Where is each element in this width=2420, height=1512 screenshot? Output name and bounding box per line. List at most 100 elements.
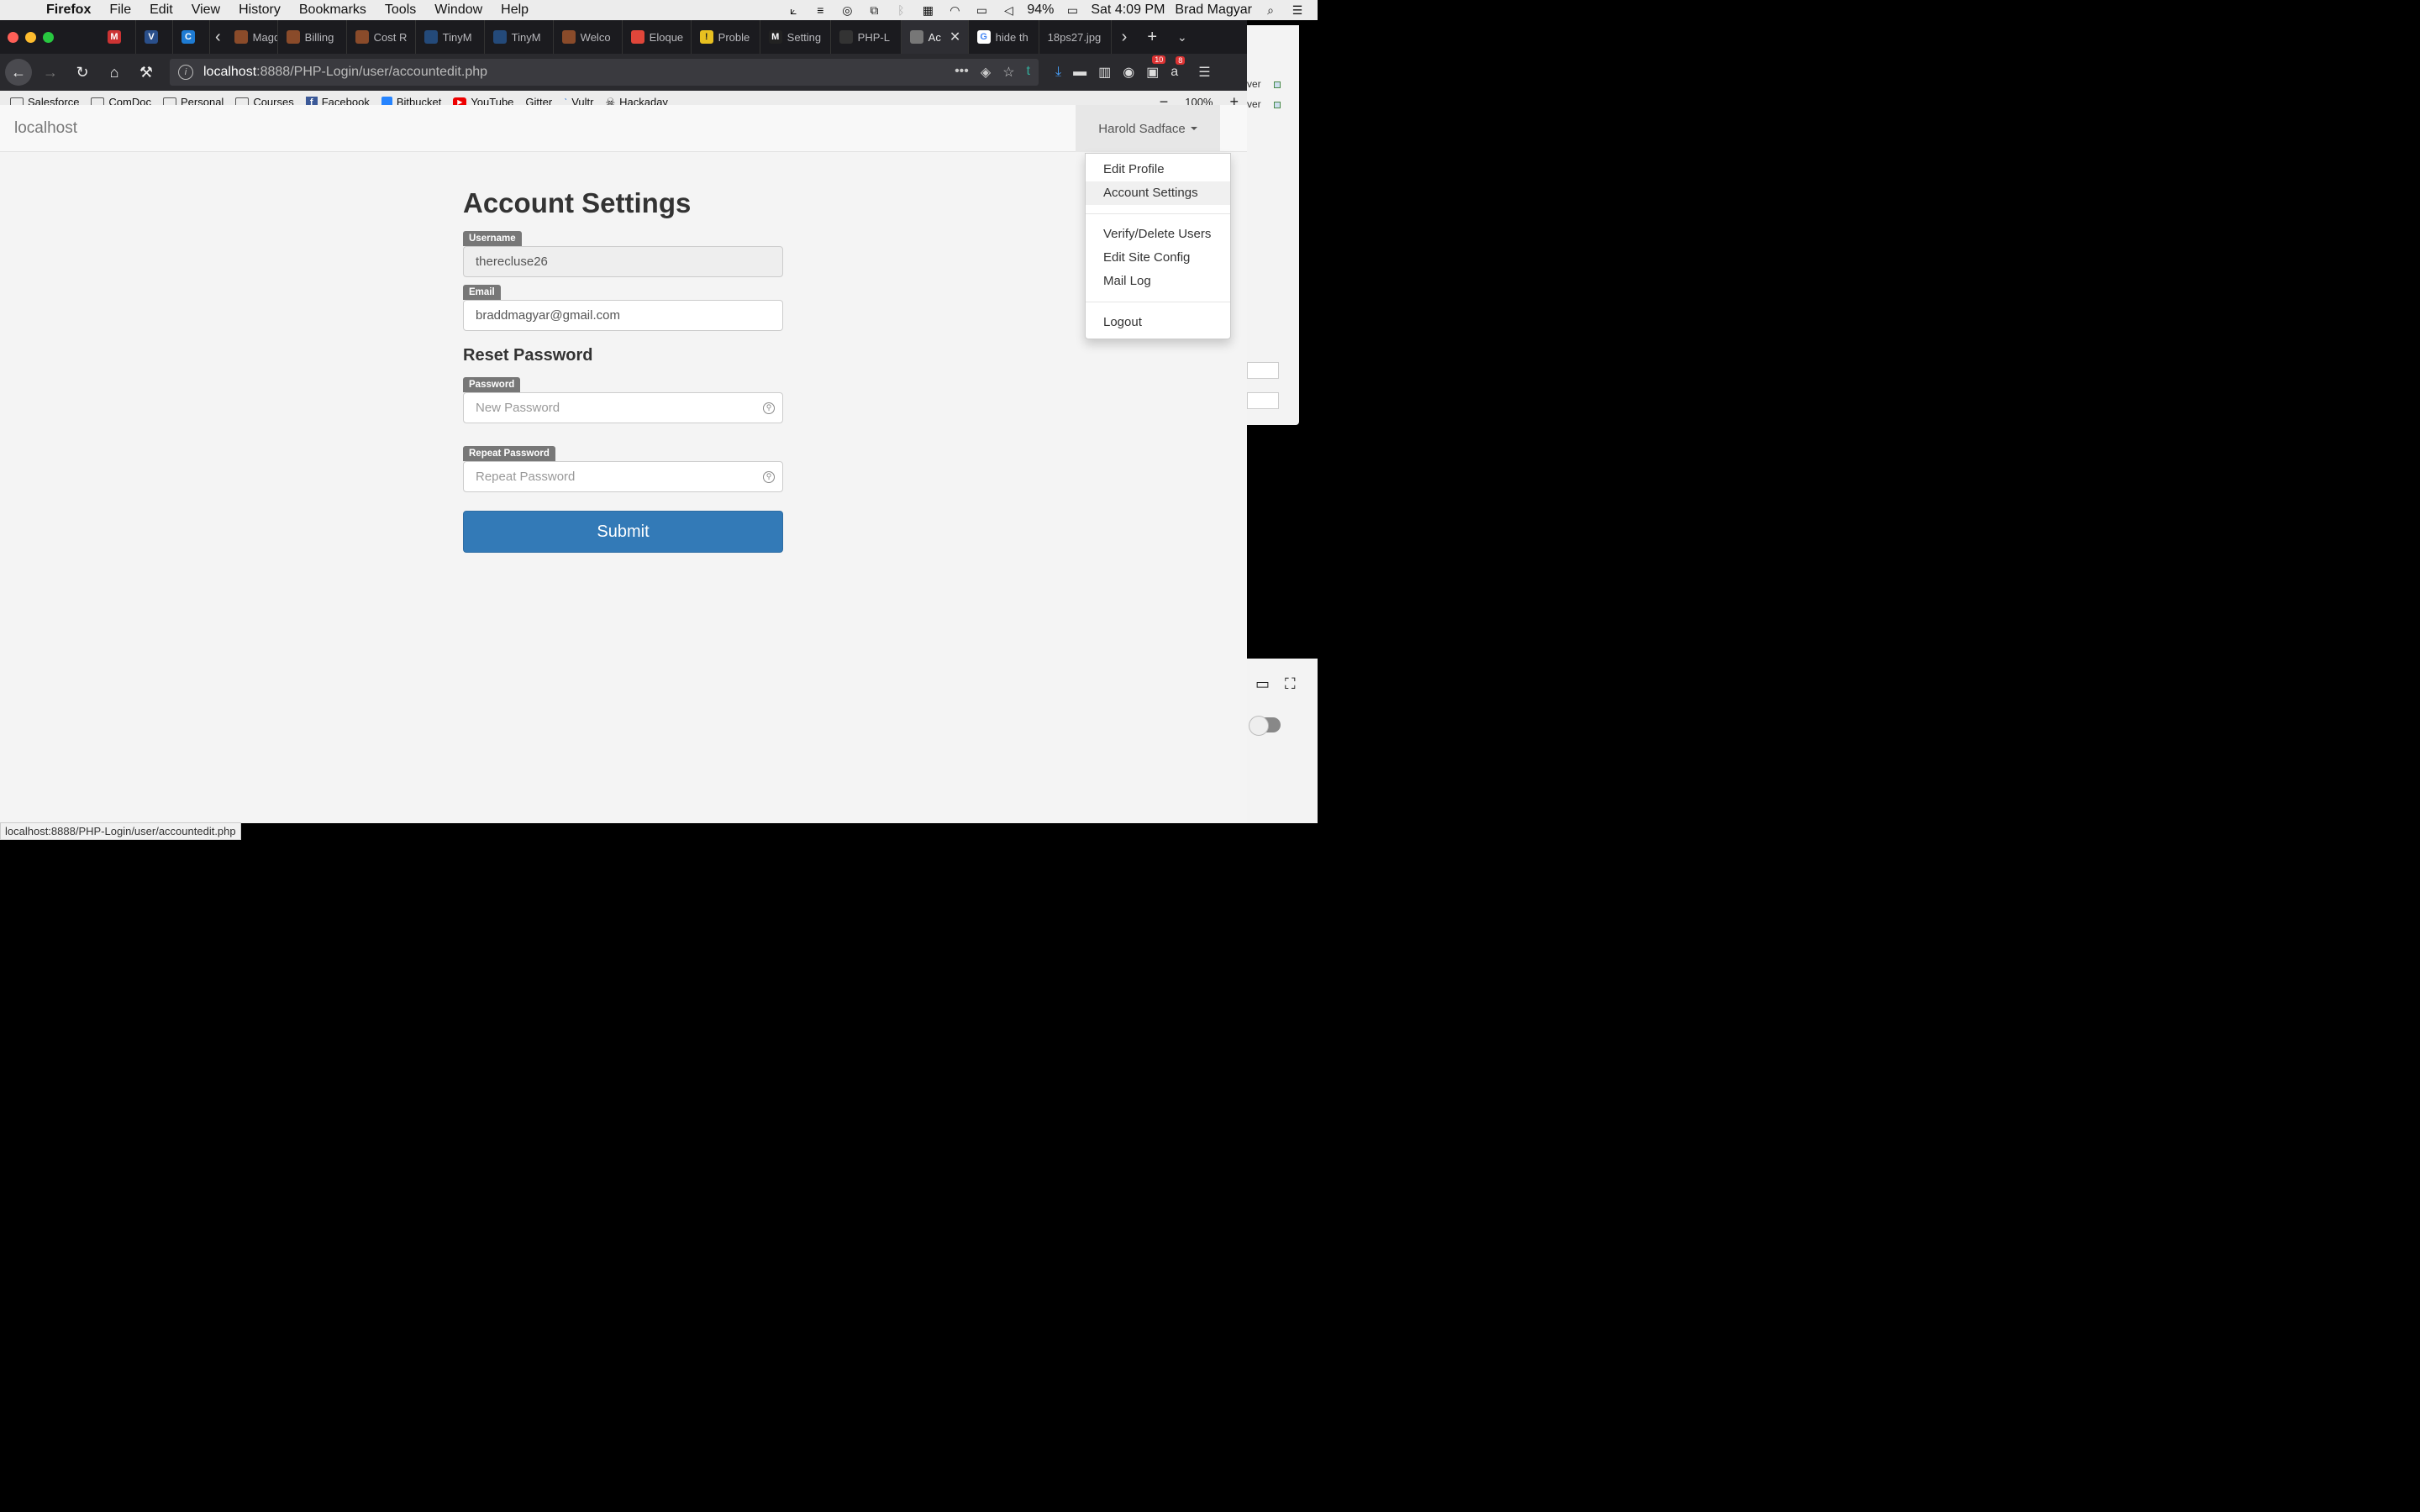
background-window: ver ver ▭ ⛶ xyxy=(1247,20,1318,823)
magento-icon xyxy=(561,30,576,44)
menu-item-verify-delete-users[interactable]: Verify/Delete Users xyxy=(1086,223,1230,246)
menu-edit[interactable]: Edit xyxy=(140,3,182,18)
submit-button[interactable]: Submit xyxy=(463,511,783,553)
menu-tools[interactable]: Tools xyxy=(376,3,425,18)
menu-help[interactable]: Help xyxy=(492,3,538,18)
forward-icon[interactable]: → xyxy=(37,59,64,86)
reload-icon[interactable]: ↻ xyxy=(69,59,96,86)
bookmark-star-icon[interactable]: ☆ xyxy=(1002,64,1014,81)
download-icon[interactable]: ⤓ xyxy=(1055,65,1061,80)
info-icon[interactable]: i xyxy=(178,65,193,80)
tab-label: TinyM xyxy=(442,30,472,44)
extension-icon[interactable]: ▣ 10 xyxy=(1146,55,1166,81)
tab-gmail[interactable]: M xyxy=(99,20,136,54)
tab-problem[interactable]: ! Proble xyxy=(692,20,760,54)
window-icon[interactable]: ⧉ xyxy=(865,3,882,17)
menu-item-edit-profile[interactable]: Edit Profile xyxy=(1086,158,1230,181)
tab-account-settings[interactable]: Ac ✕ xyxy=(901,20,969,54)
username-field[interactable]: therecluse26 xyxy=(463,246,783,277)
wrench-icon[interactable]: ⚒ xyxy=(133,59,160,86)
bg-checkbox[interactable] xyxy=(1274,81,1281,88)
home-icon[interactable]: ⌂ xyxy=(101,59,128,86)
bg-field[interactable] xyxy=(1247,392,1279,409)
bluetooth-icon[interactable]: ᛒ xyxy=(892,3,909,17)
keyboard-icon[interactable]: ▦ xyxy=(919,3,936,17)
stack-icon[interactable]: ≡ xyxy=(812,3,829,17)
status-app-icon[interactable]: ⟀ xyxy=(785,3,802,17)
volume-icon[interactable]: ◁ xyxy=(1000,3,1017,17)
tab-v[interactable]: V xyxy=(136,20,173,54)
scroll-tabs-left-icon[interactable]: ‹ xyxy=(210,28,226,47)
user-name[interactable]: Brad Magyar xyxy=(1175,3,1252,18)
battery-percent[interactable]: 94% xyxy=(1027,3,1054,18)
site-brand[interactable]: localhost xyxy=(0,119,77,138)
tab-settings[interactable]: M Setting xyxy=(760,20,831,54)
clock[interactable]: Sat 4:09 PM xyxy=(1091,3,1165,18)
caret-down-icon xyxy=(1190,127,1197,130)
amazon-icon[interactable]: a8 xyxy=(1171,56,1186,80)
menu-item-mail-log[interactable]: Mail Log xyxy=(1086,270,1230,293)
repeat-password-placeholder: Repeat Password xyxy=(476,470,576,484)
tab-tinymce-2[interactable]: TinyM xyxy=(485,20,554,54)
hamburger-menu-icon[interactable]: ☰ xyxy=(1198,64,1210,81)
menu-item-edit-site-config[interactable]: Edit Site Config xyxy=(1086,246,1230,270)
tab-php-login[interactable]: PHP-L xyxy=(831,20,902,54)
tab-label: TinyM xyxy=(511,30,541,44)
sync-icon[interactable]: ◎ xyxy=(839,3,855,17)
new-password-field[interactable]: New Password ⚲ xyxy=(463,392,783,423)
fullscreen-icon[interactable]: ⛶ xyxy=(1285,675,1296,693)
tab-cost[interactable]: Cost R xyxy=(347,20,416,54)
menu-item-logout[interactable]: Logout xyxy=(1086,311,1230,334)
tab-billing[interactable]: Billing xyxy=(278,20,347,54)
menu-bookmarks[interactable]: Bookmarks xyxy=(290,3,376,18)
menu-firefox[interactable]: Firefox xyxy=(37,3,100,18)
tab-c[interactable]: C xyxy=(173,20,210,54)
tab-label: hide th xyxy=(995,30,1028,44)
zoom-window-button[interactable] xyxy=(43,31,54,43)
wifi-icon[interactable]: ◠ xyxy=(946,3,963,17)
password-manager-icon[interactable]: ⚲ xyxy=(763,470,775,483)
tab-image[interactable]: 18ps27.jpg xyxy=(1039,20,1112,54)
window-mode-icon[interactable]: ▭ xyxy=(1255,675,1270,693)
password-manager-icon[interactable]: ⚲ xyxy=(763,402,775,414)
tab-tinymce-1[interactable]: TinyM xyxy=(416,20,485,54)
tab-google[interactable]: Ghide th xyxy=(969,20,1039,54)
screenshot-icon[interactable]: ▬ xyxy=(1073,65,1086,80)
tab-magde[interactable]: Magde xyxy=(226,20,278,54)
user-menu-toggle[interactable]: Harold Sadface xyxy=(1076,105,1220,152)
menu-item-account-settings[interactable]: Account Settings xyxy=(1086,181,1230,205)
tumblr-icon[interactable]: t xyxy=(1027,64,1030,81)
repeat-password-field[interactable]: Repeat Password ⚲ xyxy=(463,461,783,492)
scroll-tabs-right-icon[interactable]: › xyxy=(1112,28,1138,47)
back-icon[interactable]: ← xyxy=(5,59,32,86)
spotlight-icon[interactable]: ⌕ xyxy=(1262,3,1279,17)
battery-icon[interactable]: ▭ xyxy=(1064,3,1081,17)
url-host: localhost xyxy=(203,65,257,79)
notification-center-icon[interactable]: ☰ xyxy=(1289,3,1306,17)
url-bar[interactable]: i localhost:8888/PHP-Login/user/accounte… xyxy=(170,59,1039,86)
bg-checkbox[interactable] xyxy=(1274,102,1281,108)
new-tab-icon[interactable]: + xyxy=(1137,28,1167,47)
tab-list-icon[interactable]: ⌄ xyxy=(1167,30,1197,45)
minimize-window-button[interactable] xyxy=(25,31,36,43)
username-label: Username xyxy=(463,231,522,246)
adblock-icon[interactable]: ◉ xyxy=(1123,64,1134,81)
email-field[interactable]: braddmagyar@gmail.com xyxy=(463,300,783,331)
menu-file[interactable]: File xyxy=(100,3,140,18)
page-content: localhost Harold Sadface Edit Profile Ac… xyxy=(0,105,1247,800)
menu-window[interactable]: Window xyxy=(425,3,492,18)
bg-field[interactable] xyxy=(1247,362,1279,379)
toggle-switch[interactable] xyxy=(1249,716,1281,736)
warning-icon: ! xyxy=(699,30,713,44)
background-panel: ver ver xyxy=(1247,25,1299,425)
tab-welcome[interactable]: Welco xyxy=(554,20,623,54)
sidebar-icon[interactable]: ▥ xyxy=(1098,64,1111,81)
menu-view[interactable]: View xyxy=(182,3,229,18)
menu-history[interactable]: History xyxy=(229,3,290,18)
pocket-icon[interactable]: ◈ xyxy=(981,64,991,81)
airplay-icon[interactable]: ▭ xyxy=(973,3,990,17)
page-actions-icon[interactable]: ••• xyxy=(955,64,969,81)
close-window-button[interactable] xyxy=(8,31,18,43)
close-tab-icon[interactable]: ✕ xyxy=(950,29,960,45)
tab-eloquent[interactable]: Eloque xyxy=(623,20,692,54)
